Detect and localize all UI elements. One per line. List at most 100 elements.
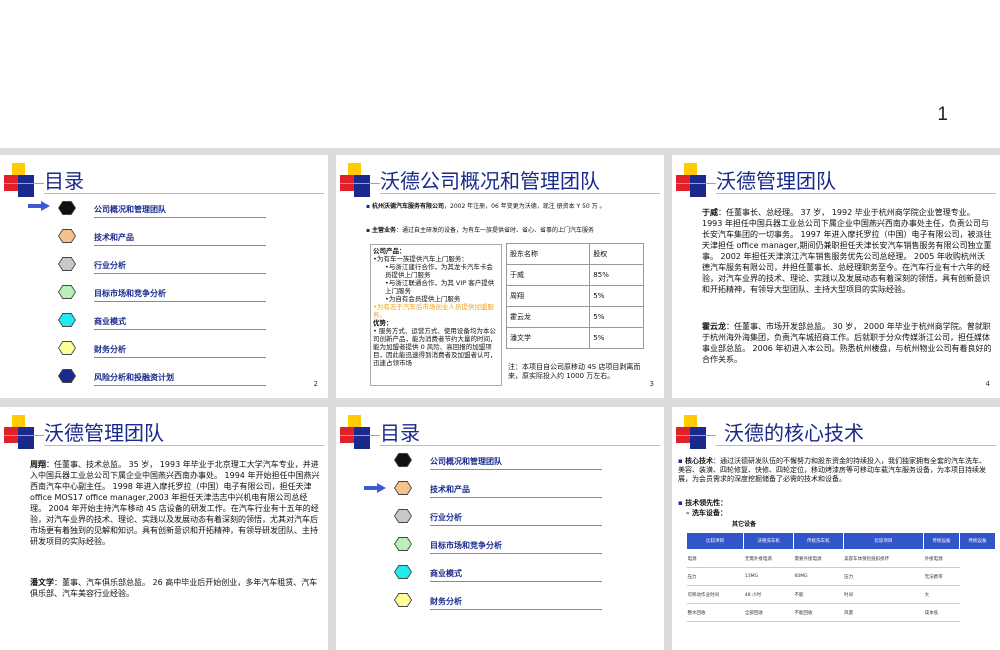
table-header-cell: 传统设备	[923, 532, 961, 550]
table-cell: 全部回收	[743, 603, 794, 622]
table-cell: 压力	[686, 567, 744, 586]
table-cell: 电源	[686, 549, 744, 568]
slide-management-team-2[interactable]: 沃德管理团队 周翔：任董事、技术总监。 35 岁， 1993 年毕业于北京理工大…	[0, 407, 328, 650]
product-line: •与浙江建行合作，为其龙卡汽车卡会员提供上门服务	[385, 263, 493, 279]
table-cell: 85%	[589, 264, 644, 286]
table-cell: 大	[923, 585, 960, 604]
slide-toc-2[interactable]: 目录 公司概况和管理团队 技术和产品 行业分析 目标市场和竞争分析 商业模式 财务分析	[336, 407, 664, 650]
hexagon-icon	[394, 565, 412, 579]
toc-underline	[430, 497, 602, 498]
shareholder-table: 股东名称 股权 于威 85% 周翔 5% 霍云龙 5% 潘文学 5%	[505, 243, 644, 349]
toc-item-label: 财务分析	[94, 345, 126, 354]
company-logo-icon	[676, 415, 716, 449]
product-box: 公司产品： •为有车一族提供汽车上门服务： •与浙江建行合作，为其龙卡汽车卡会员提…	[370, 244, 502, 386]
slide-number: 3	[649, 380, 654, 388]
hexagon-icon	[394, 453, 412, 467]
slide-title: 沃德管理团队	[716, 169, 836, 193]
hexagon-icon	[58, 369, 76, 383]
slide-title: 目录	[380, 421, 420, 445]
hexagon-icon	[58, 341, 76, 355]
table-cell: 60MG	[793, 567, 844, 586]
table-cell: 风量	[843, 603, 924, 622]
slide-core-technology[interactable]: 沃德的核心技术 ▪ 核心技术：通过沃德研发队伍的不懈努力和股东资金的持续投入，我…	[672, 407, 1000, 650]
table-cell: 无需外接电源	[743, 549, 794, 568]
bio-zhouxiang: 周翔：任董事、技术总监。 35 岁， 1993 年毕业于北京理工大学汽车专业，并…	[30, 460, 320, 546]
toc-item-label: 公司概况和管理团队	[94, 205, 166, 214]
toc-item-label: 公司概况和管理团队	[430, 457, 502, 466]
toc-underline	[94, 273, 266, 274]
table-cell: 压力	[843, 567, 924, 586]
table-cell: 48 小时	[743, 585, 794, 604]
table-cell: 5%	[589, 327, 644, 349]
franchise-line: •为有志于汽车后市场创业人员提供加盟服务。	[373, 303, 494, 319]
bio-yuwei: 于威：任董事长、总经理。 37 岁， 1992 毕业于杭州商学院企业管理专业。 …	[702, 208, 992, 294]
toc-underline	[430, 553, 602, 554]
table-cell: 霍云龙	[505, 306, 591, 328]
table-cell: 于威	[505, 264, 591, 286]
toc-item-label: 商业模式	[94, 317, 126, 326]
product-heading: 公司产品：	[373, 247, 406, 255]
table-row: 于威 85%	[505, 264, 644, 286]
company-logo-icon	[4, 163, 44, 197]
table-header-cell: 比较项目	[842, 532, 925, 550]
table-cell: 整水回收	[686, 603, 744, 622]
hexagon-icon	[394, 593, 412, 607]
title-divider	[380, 445, 660, 446]
advantage-text: • 服务方式、运营方式、使用设备均为本公司创新产品，能为消费者节约大量的时间，能…	[373, 327, 497, 367]
table-cell: 可移动作业时间	[686, 585, 744, 604]
wash-equipment-heading: – 洗车设备：	[686, 509, 727, 517]
toc-item-label: 商业模式	[430, 569, 462, 578]
hexagon-icon	[394, 481, 412, 495]
hexagon-icon	[58, 229, 76, 243]
slide-company-overview[interactable]: 沃德公司概况和管理团队 ▪ 杭州沃德汽车服务有限公司，2002 年注册，06 年…	[336, 155, 664, 398]
toc-underline	[94, 385, 266, 386]
toc-item-label: 技术和产品	[94, 233, 134, 242]
table-header-cell: 沃德洗车机	[743, 532, 794, 550]
product-line: •为有车一族提供汽车上门服务：	[373, 255, 468, 263]
company-paragraph: ▪ 杭州沃德汽车服务有限公司，2002 年注册，06 年变更为沃德，现注 册资本…	[366, 203, 606, 210]
table-cell: 时间	[843, 585, 924, 604]
table-cell: 13MG	[743, 567, 794, 586]
slide-number: 2	[313, 380, 318, 388]
toc-underline	[94, 357, 266, 358]
toc-underline	[94, 245, 266, 246]
advantage-heading: 优势：	[373, 319, 393, 327]
current-section-arrow-icon	[364, 483, 386, 493]
bio-huoyunlong: 霍云龙：任董事、市场开发部总监。 30 岁， 2000 年毕业于杭州商学院。曾就…	[702, 322, 992, 364]
company-logo-icon	[340, 415, 380, 449]
slide-title: 沃德公司概况和管理团队	[380, 169, 600, 193]
table-header-cell: 传统设备	[959, 532, 996, 550]
toc-item-label: 风险分析和投融资计划	[94, 373, 174, 382]
company-logo-icon	[676, 163, 716, 197]
table-row: 霍云龙 5%	[505, 306, 644, 328]
current-section-arrow-icon	[28, 201, 50, 211]
toc-underline	[430, 581, 602, 582]
title-slide[interactable]: 1	[0, 0, 1000, 148]
table-row: 整水回收 全部回收 不能回收 风量 成本低	[686, 603, 996, 622]
slide-management-team-1[interactable]: 沃德管理团队 于威：任董事长、总经理。 37 岁， 1992 毕业于杭州商学院企…	[672, 155, 1000, 398]
toc-item-label: 财务分析	[430, 597, 462, 606]
title-divider	[716, 193, 996, 194]
table-cell: 美容车体保险抵扣损坏	[843, 549, 924, 568]
toc-underline	[94, 217, 266, 218]
hexagon-icon	[58, 313, 76, 327]
slide-title: 目录	[44, 169, 84, 193]
table-cell: 不能	[793, 585, 844, 604]
table-row: 电源 无需外接电源 需要外接电源 美容车体保险抵扣损坏 外接电源	[686, 549, 996, 568]
table-cell: 成本低	[923, 603, 960, 622]
hexagon-icon	[394, 509, 412, 523]
bullet-icon: ▪	[678, 457, 685, 465]
hexagon-icon	[58, 285, 76, 299]
slide-title: 沃德的核心技术	[724, 421, 864, 445]
title-divider	[44, 445, 324, 446]
slide-number: 4	[985, 380, 990, 388]
table-header-cell: 股东名称	[505, 243, 591, 265]
table-cell: 周翔	[505, 285, 591, 307]
toc-item-label: 技术和产品	[430, 485, 470, 494]
core-tech-paragraph: ▪ 核心技术：通过沃德研发队伍的不懈努力和股东资金的持续投入，我们独家拥有全套的…	[678, 457, 986, 483]
table-cell: 不能回收	[793, 603, 844, 622]
slide-toc[interactable]: 目录 2 公司概况和管理团队 技术和产品 行业分析 目标市场和竞争分析 商业模式 财务分析…	[0, 155, 328, 398]
title-divider	[716, 445, 996, 446]
tech-lead-heading: ▪ 技术领先性：	[678, 499, 728, 507]
toc-underline	[94, 301, 266, 302]
